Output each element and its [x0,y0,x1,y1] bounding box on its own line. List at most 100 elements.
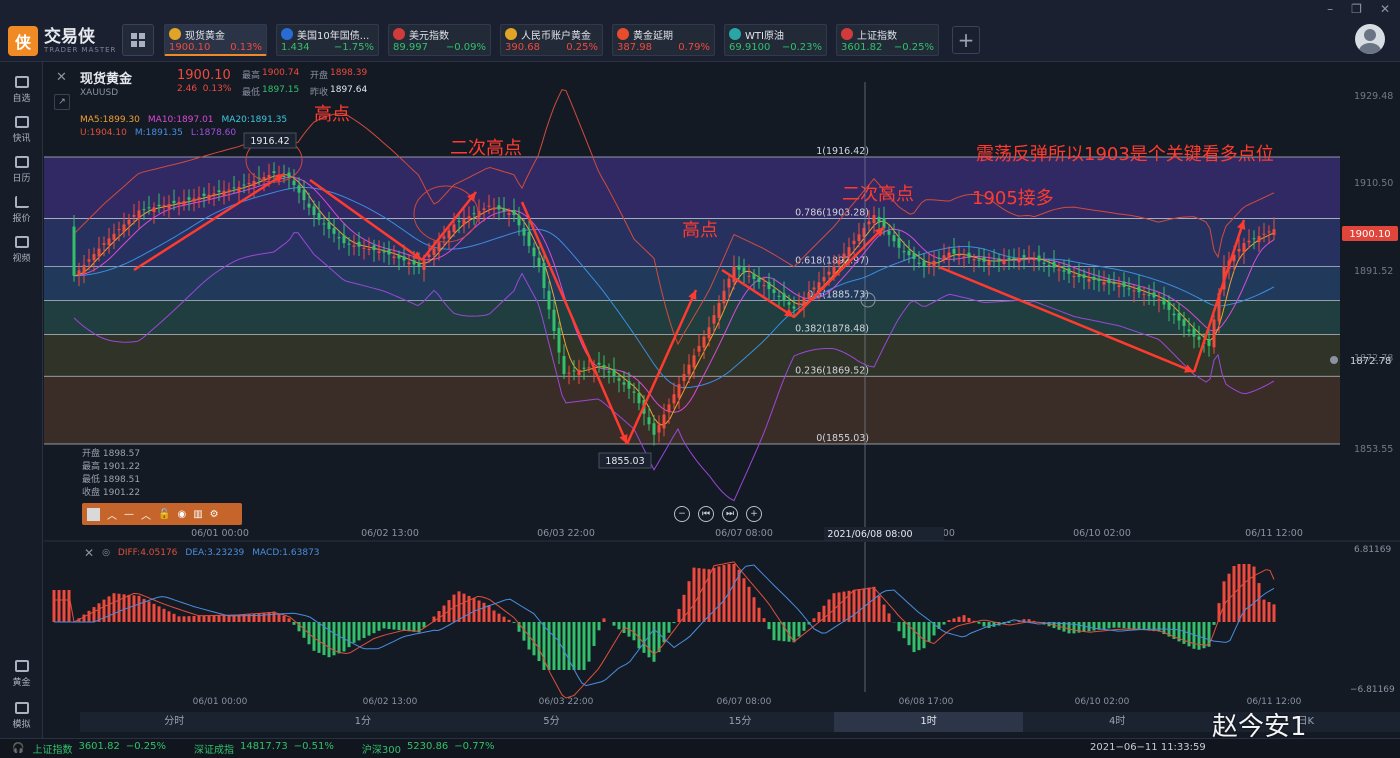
quote-tab[interactable]: 黄金延期 387.98 0.79% [612,24,715,56]
macd-bar [657,622,661,653]
candle-body [412,260,416,265]
symbol-selector[interactable]: 现货黄金 XAUUSD [80,68,132,98]
candle-body [192,198,196,202]
top-bar: 侠 交易侠 TRADER MASTER 现货黄金 1900.10 0.13% 美国10… [0,0,1400,62]
user-avatar[interactable] [1355,24,1385,54]
macd-bar [497,613,501,622]
drawing-tool-icon[interactable]: ↗ [54,94,70,110]
macd-bar [402,622,406,631]
candle-body [772,289,776,293]
macd-bar [62,590,66,622]
candle-body [832,266,836,276]
macd-bar [337,622,341,654]
minimize-icon[interactable]: – [1327,2,1333,16]
candle-body [552,309,556,332]
quote-tab[interactable]: 美国10年国债... 1.434 −1.75% [276,24,379,56]
candle-body [617,378,621,381]
layout-grid-button[interactable] [122,24,154,56]
jump-end-button[interactable]: ⏭ [722,506,738,522]
macd-bar [852,590,856,622]
candle-body [1047,265,1051,267]
quote-tab[interactable]: 美元指数 89.997 −0.09% [388,24,491,56]
macd-bar [732,564,736,622]
candle-body [692,355,696,368]
candle-body [1102,282,1106,285]
candle-body [282,176,286,178]
macd-bar [317,622,321,653]
candle-body [667,404,671,413]
time-axis-label: 06/01 00:00 [191,528,249,539]
macd-bar [367,622,371,636]
quote-tab[interactable]: 上证指数 3601.82 −0.25% [836,24,939,56]
close-macd-icon[interactable]: ✕ [84,546,94,560]
chevron-up-icon[interactable]: ︿ [107,507,117,522]
macd-bar [562,622,566,670]
macd-chart[interactable]: 6.81169 −6.81169 06/01 00:00 06/02 13:00 06/… [44,542,1400,712]
cursor-open: 开盘 1898.57 [82,449,141,459]
candle-body [227,189,231,191]
sidebar-item-quotes[interactable]: 报价 [0,188,43,232]
sidebar-item-simulate[interactable]: 模拟 [0,694,43,738]
period-option[interactable]: 1分 [269,712,458,732]
boll-lower-label: L:1878.60 [190,128,237,138]
news-icon [14,116,29,128]
macd-bar [1137,622,1141,630]
macd-bar [372,622,376,634]
zoom-in-button[interactable]: + [746,506,762,522]
macd-bar [1257,583,1261,622]
period-option[interactable]: 4时 [1023,712,1212,732]
candle-body [482,208,486,210]
tab-name: 上证指数 [857,30,897,42]
chevron-up-icon[interactable]: ︿ [141,507,151,522]
candle-body [202,193,206,196]
color-swatch[interactable] [87,507,100,521]
hs-change: −0.77% [454,741,495,752]
close-chart-icon[interactable]: ✕ [56,70,67,85]
close-window-icon[interactable]: ✕ [1380,2,1390,16]
price-axis-label: 1910.50 [1354,178,1393,189]
candle-body [377,251,381,253]
tab-name: 黄金延期 [633,30,673,42]
chart-area[interactable]: 1(1916.42) 0.786(1903.28) 0.618(1892.97) 0.… [44,62,1400,738]
quote-tab[interactable]: WTI原油 69.9100 −0.23% [724,24,827,56]
macd-time-label: 06/02 13:00 [363,697,418,707]
eye-icon[interactable]: ◉ [177,509,186,520]
sidebar-item-video[interactable]: 视频 [0,228,43,272]
sz-name: 深证成指 [193,745,234,756]
period-option[interactable]: 5分 [457,712,646,732]
candle-body [877,216,881,222]
candle-body [982,257,986,262]
candle-body [1087,278,1091,282]
period-option[interactable]: 1时 [834,712,1023,732]
quote-tab[interactable]: 现货黄金 1900.10 0.13% [164,24,267,56]
trash-icon[interactable]: ▥ [193,509,202,520]
unlock-icon[interactable]: 🔓 [158,509,170,520]
fib-band [44,376,1340,444]
line-style-icon[interactable]: — [124,509,134,520]
macd-bar [197,615,201,622]
period-option[interactable]: 15分 [646,712,835,732]
sidebar-item-watchlist[interactable]: 自选 [0,68,43,112]
restore-icon[interactable]: ❐ [1351,2,1362,16]
macd-settings-icon[interactable]: ◎ [102,548,110,558]
period-option[interactable]: 分时 [80,712,269,732]
quote-tab[interactable]: 人民币账户黄金 390.68 0.25% [500,24,603,56]
sidebar-item-calendar[interactable]: 日历 [0,148,43,192]
jump-start-button[interactable]: ⏮ [698,506,714,522]
status-hs[interactable]: 沪深300 5230.86 −0.77% [362,741,495,756]
headset-icon[interactable]: 🎧 [12,743,24,754]
add-tab-button[interactable]: + [952,26,980,54]
candle-body [707,327,711,339]
sidebar-item-news[interactable]: 快讯 [0,108,43,152]
sidebar-item-gold[interactable]: 黄金 [0,652,43,696]
sh-value: 3601.82 [78,741,120,752]
status-sh[interactable]: 上证指数 3601.82 −0.25% [32,741,166,756]
status-sz[interactable]: 深证成指 14817.73 −0.51% [194,741,334,756]
main-chart[interactable]: 1(1916.42)0.786(1903.28)0.618(1892.97)0.… [44,62,1400,542]
status-bar: 🎧 上证指数 3601.82 −0.25% 深证成指 14817.73 −0.5… [0,738,1400,758]
candle-body [1052,261,1056,268]
settings-icon[interactable]: ⚙ [210,509,219,520]
ma20-label: MA20:1891.35 [221,115,288,125]
boll-upper-label: U:1904.10 [80,128,127,138]
zoom-out-button[interactable]: − [674,506,690,522]
